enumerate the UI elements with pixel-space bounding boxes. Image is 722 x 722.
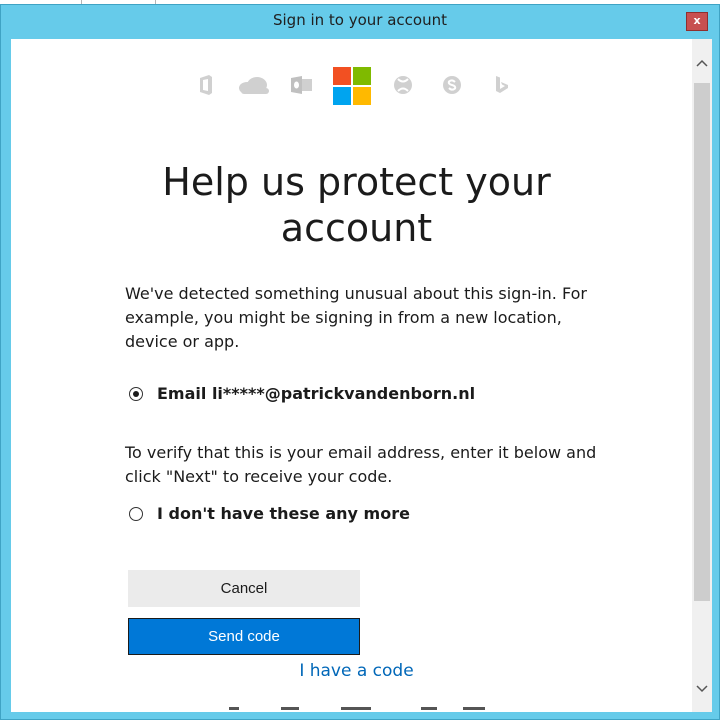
page-title-line1: Help us protect your — [162, 160, 551, 204]
have-code-link[interactable]: I have a code — [11, 661, 702, 681]
intro-text: We've detected something unusual about t… — [125, 284, 587, 351]
microsoft-logo — [333, 67, 371, 105]
page-title: Help us protect your account — [11, 159, 702, 251]
close-button[interactable]: x — [686, 12, 708, 31]
verify-text: To verify that this is your email addres… — [125, 443, 597, 486]
email-option-label: Email li*****@patrickvandenborn.nl — [157, 384, 476, 403]
no-access-option[interactable]: I don't have these any more — [129, 504, 410, 523]
scrollbar-thumb[interactable] — [694, 83, 710, 601]
clipped-text-fragment — [201, 707, 501, 711]
xbox-icon — [392, 65, 414, 105]
logo-green-square — [353, 67, 371, 85]
scroll-up-button[interactable] — [692, 53, 712, 73]
scroll-down-button[interactable] — [692, 679, 712, 699]
no-access-option-radio[interactable] — [129, 506, 143, 521]
page-title-line2: account — [280, 206, 433, 250]
logo-blue-square — [333, 87, 351, 105]
skype-icon — [441, 65, 463, 105]
have-code-link-text[interactable]: I have a code — [299, 661, 413, 681]
office-icon — [195, 65, 217, 105]
bing-icon — [493, 65, 511, 105]
close-icon: x — [693, 14, 701, 27]
email-option[interactable]: Email li*****@patrickvandenborn.nl — [129, 384, 475, 403]
no-access-option-label: I don't have these any more — [157, 504, 410, 523]
email-option-radio[interactable] — [129, 386, 143, 401]
chevron-up-icon — [696, 59, 708, 67]
logo-red-square — [333, 67, 351, 85]
title-bar[interactable]: Sign in to your account x — [1, 5, 719, 38]
logo-yellow-square — [353, 87, 371, 105]
cancel-button[interactable]: Cancel — [128, 570, 360, 607]
outlook-icon — [290, 65, 314, 105]
product-icons-row — [11, 65, 692, 105]
window-title: Sign in to your account — [272, 11, 447, 29]
dialog-content: Help us protect your account We've detec… — [11, 39, 712, 712]
onedrive-icon — [236, 65, 272, 105]
send-code-button[interactable]: Send code — [128, 618, 360, 655]
vertical-scrollbar[interactable] — [692, 39, 712, 712]
chevron-down-icon — [696, 685, 708, 693]
sign-in-window: Sign in to your account x Help us protec… — [0, 4, 720, 720]
